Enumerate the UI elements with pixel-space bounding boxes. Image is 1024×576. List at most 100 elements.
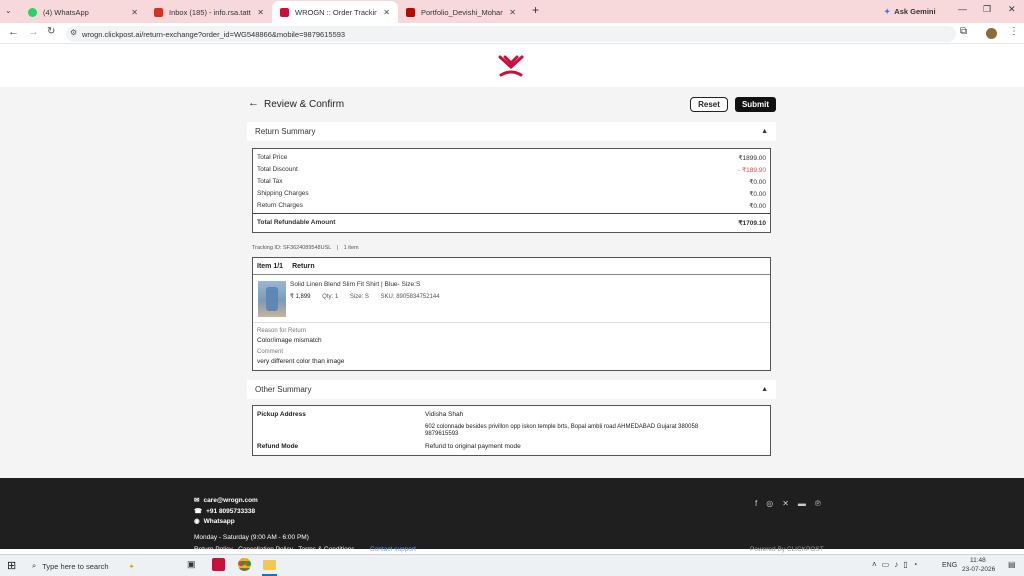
total-refundable-value: ₹1709.10 xyxy=(738,220,766,227)
maximize-icon[interactable]: ❐ xyxy=(983,4,991,15)
tracking-id[interactable]: SF3624089548USL xyxy=(283,245,331,251)
page-content: ← Review & Confirm Reset Submit Return S… xyxy=(0,45,1024,553)
search-placeholder: Type here to search xyxy=(42,561,109,571)
youtube-icon[interactable]: ▬ xyxy=(798,499,806,508)
total-discount-row: Total Discount - ₹189.90 xyxy=(257,166,766,174)
separator: | xyxy=(336,245,339,251)
clock-time[interactable]: 11:48 xyxy=(970,557,986,564)
other-summary-heading: Other Summary xyxy=(255,385,312,394)
close-icon[interactable]: ✕ xyxy=(509,8,516,17)
row-label: Total Discount xyxy=(257,166,298,173)
item-type: Return xyxy=(292,262,315,270)
taskbar-app-icon[interactable] xyxy=(212,558,225,571)
minimize-icon[interactable]: — xyxy=(958,4,967,14)
site-info-icon[interactable]: ⚙ xyxy=(70,28,77,37)
footer-whatsapp[interactable]: ◉ Whatsapp xyxy=(194,517,235,525)
tab-label: Portfolio_Devishi_Mohan.pdf xyxy=(421,7,504,17)
volume-icon[interactable]: ♪ xyxy=(894,560,898,569)
ask-gemini-button[interactable]: ✦ Ask Gemini xyxy=(884,4,936,18)
total-refundable-row: Total Refundable Amount ₹1709.10 xyxy=(257,219,766,227)
phone-icon: ☎ xyxy=(194,508,203,515)
language-indicator[interactable]: ENG xyxy=(942,562,957,569)
pdf-icon xyxy=(406,7,415,17)
footer-email[interactable]: ✉ care@wrogn.com xyxy=(194,496,258,504)
notification-icon[interactable]: ▤ xyxy=(1008,560,1016,569)
close-window-icon[interactable]: ✕ xyxy=(1008,4,1016,15)
chrome-icon[interactable] xyxy=(238,558,251,571)
row-value: ₹0.00 xyxy=(749,191,766,198)
task-view-icon[interactable]: ▣ xyxy=(187,559,196,570)
return-summary-heading: Return Summary xyxy=(255,127,316,136)
footer-phone[interactable]: ☎ +91 8095733338 xyxy=(194,507,255,515)
comment-label: Comment xyxy=(257,349,284,355)
refund-mode-value: Refund to original payment mode xyxy=(425,443,521,450)
row-value: ₹0.00 xyxy=(749,179,766,186)
shirt-figure xyxy=(266,287,278,311)
close-icon[interactable]: ✕ xyxy=(131,8,138,17)
battery-icon[interactable]: ▯ xyxy=(903,560,907,569)
url-field[interactable]: ⚙ wrogn.clickpost.ai/return-exchange?ord… xyxy=(66,26,956,42)
gemini-sparkle-icon: ✦ xyxy=(884,6,891,16)
row-label: Total Price xyxy=(257,154,288,161)
reload-icon[interactable]: ↻ xyxy=(47,26,55,37)
shipping-charges-row: Shipping Charges ₹0.00 xyxy=(257,190,766,198)
pinterest-icon[interactable]: ℗ xyxy=(815,499,821,508)
submit-button[interactable]: Submit xyxy=(735,97,776,112)
pickup-phone: 9879615593 xyxy=(425,431,459,437)
other-summary-header[interactable]: Other Summary ▲ xyxy=(247,380,776,399)
tab-whatsapp[interactable]: (4) WhatsApp ✕ xyxy=(20,1,146,23)
tab-label: Inbox (185) - info.rsa.tattva@g... xyxy=(169,7,251,17)
footer-policy-links[interactable]: Return Policy Cancellation Policy Terms … xyxy=(194,546,355,553)
chevron-up-icon[interactable]: ▲ xyxy=(761,128,768,135)
back-arrow-icon[interactable]: ← xyxy=(248,97,259,109)
reason-label: Reason for Return xyxy=(257,328,307,334)
whatsapp-icon xyxy=(28,7,37,17)
site-header xyxy=(0,45,1024,87)
row-label: Total Tax xyxy=(257,178,283,185)
network-icon[interactable]: ▭ xyxy=(882,560,890,569)
profile-avatar[interactable] xyxy=(986,28,997,39)
footer-contact-link[interactable]: Contact support xyxy=(370,546,416,553)
product-meta: ₹ 1,899 Qty: 1 Size: S SKU: 890583475214… xyxy=(290,293,440,300)
item-box: Item 1/1 Return Solid Linen Blend Slim F… xyxy=(252,257,771,371)
facebook-icon[interactable]: f xyxy=(755,499,757,508)
clock-date[interactable]: 23-07-2026 xyxy=(962,566,995,573)
email-text: care@wrogn.com xyxy=(203,497,258,504)
tab-wrogn[interactable]: WROGN :: Order Tracking Page ✕ xyxy=(272,1,398,23)
instagram-icon[interactable]: ◎ xyxy=(766,499,773,508)
refund-mode-label: Refund Mode xyxy=(257,443,299,450)
extensions-icon[interactable]: ⧉ xyxy=(960,26,967,37)
chevron-up-icon[interactable]: ▲ xyxy=(761,386,768,393)
return-charges-row: Return Charges ₹0.00 xyxy=(257,202,766,210)
tab-label: (4) WhatsApp xyxy=(43,7,89,17)
reset-button[interactable]: Reset xyxy=(690,97,728,112)
wrogn-logo[interactable] xyxy=(497,55,525,77)
total-refundable-label: Total Refundable Amount xyxy=(257,219,336,226)
new-tab-icon[interactable]: + xyxy=(532,3,539,17)
forward-icon[interactable]: → xyxy=(28,26,39,38)
social-icons: f ◎ ✕ ▬ ℗ xyxy=(755,499,821,508)
divider xyxy=(253,322,770,323)
file-explorer-icon[interactable] xyxy=(263,560,276,570)
product-qty: Qty: 1 xyxy=(322,294,339,300)
chevron-up-icon[interactable]: ˄ xyxy=(872,560,877,569)
phone-text: +91 8095733338 xyxy=(206,508,256,515)
close-icon[interactable]: ✕ xyxy=(257,8,264,17)
taskbar-search[interactable]: ⌕ Type here to search ✦ xyxy=(28,557,176,575)
page-title: Review & Confirm xyxy=(264,99,345,110)
tab-pdf[interactable]: Portfolio_Devishi_Mohan.pdf ✕ xyxy=(398,1,524,23)
back-icon[interactable]: ← xyxy=(8,26,19,38)
system-tray: ˄ ▭ ♪ ▯ ◔ xyxy=(872,560,917,569)
wifi-icon[interactable]: ◔ xyxy=(913,560,918,569)
other-summary-box: Pickup Address Vidisha Shah 602 colonnad… xyxy=(252,405,771,456)
row-value-discount: - ₹189.90 xyxy=(738,167,766,174)
whatsapp-icon: ◉ xyxy=(194,518,200,525)
tab-search-icon[interactable]: ⌄ xyxy=(5,6,12,15)
windows-start-icon[interactable]: ⊞ xyxy=(7,559,16,572)
product-name[interactable]: Solid Linen Blend Slim Fit Shirt | Blue-… xyxy=(290,281,420,288)
return-summary-header[interactable]: Return Summary ▲ xyxy=(247,122,776,141)
close-icon[interactable]: ✕ xyxy=(383,8,390,17)
tab-gmail[interactable]: Inbox (185) - info.rsa.tattva@g... ✕ xyxy=(146,1,272,23)
x-twitter-icon[interactable]: ✕ xyxy=(782,499,789,508)
menu-icon[interactable]: ⋮ xyxy=(1009,26,1019,37)
